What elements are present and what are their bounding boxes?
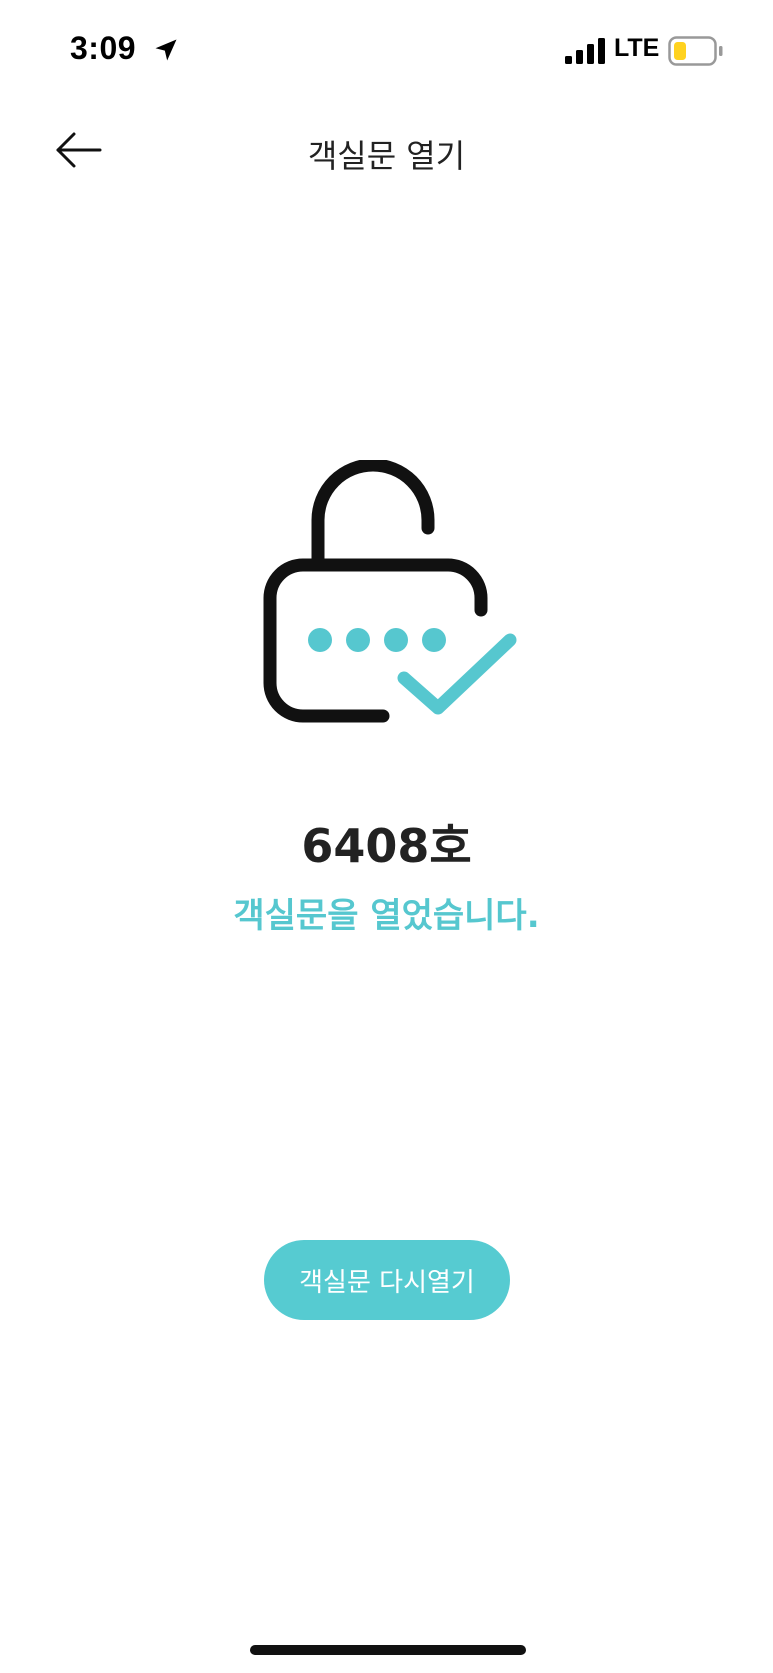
reopen-door-button[interactable]: 객실문 다시열기: [264, 1240, 510, 1320]
door-opened-message: 객실문을 열었습니다.: [233, 896, 540, 936]
page-title: 객실문 열기: [307, 137, 466, 175]
status-time: 3:09: [70, 30, 137, 66]
battery-low-icon: [668, 36, 723, 66]
unlocked-padlock-check-icon: [263, 460, 517, 723]
nav-header: 객실문 열기: [0, 115, 773, 185]
room-number: 6408호: [301, 819, 472, 873]
status-bar: 3:09 LTE: [0, 0, 773, 100]
home-indicator[interactable]: [250, 1645, 526, 1655]
cellular-signal-icon: [565, 38, 605, 64]
network-type-label: LTE: [614, 34, 660, 62]
location-arrow-icon: [155, 39, 177, 61]
